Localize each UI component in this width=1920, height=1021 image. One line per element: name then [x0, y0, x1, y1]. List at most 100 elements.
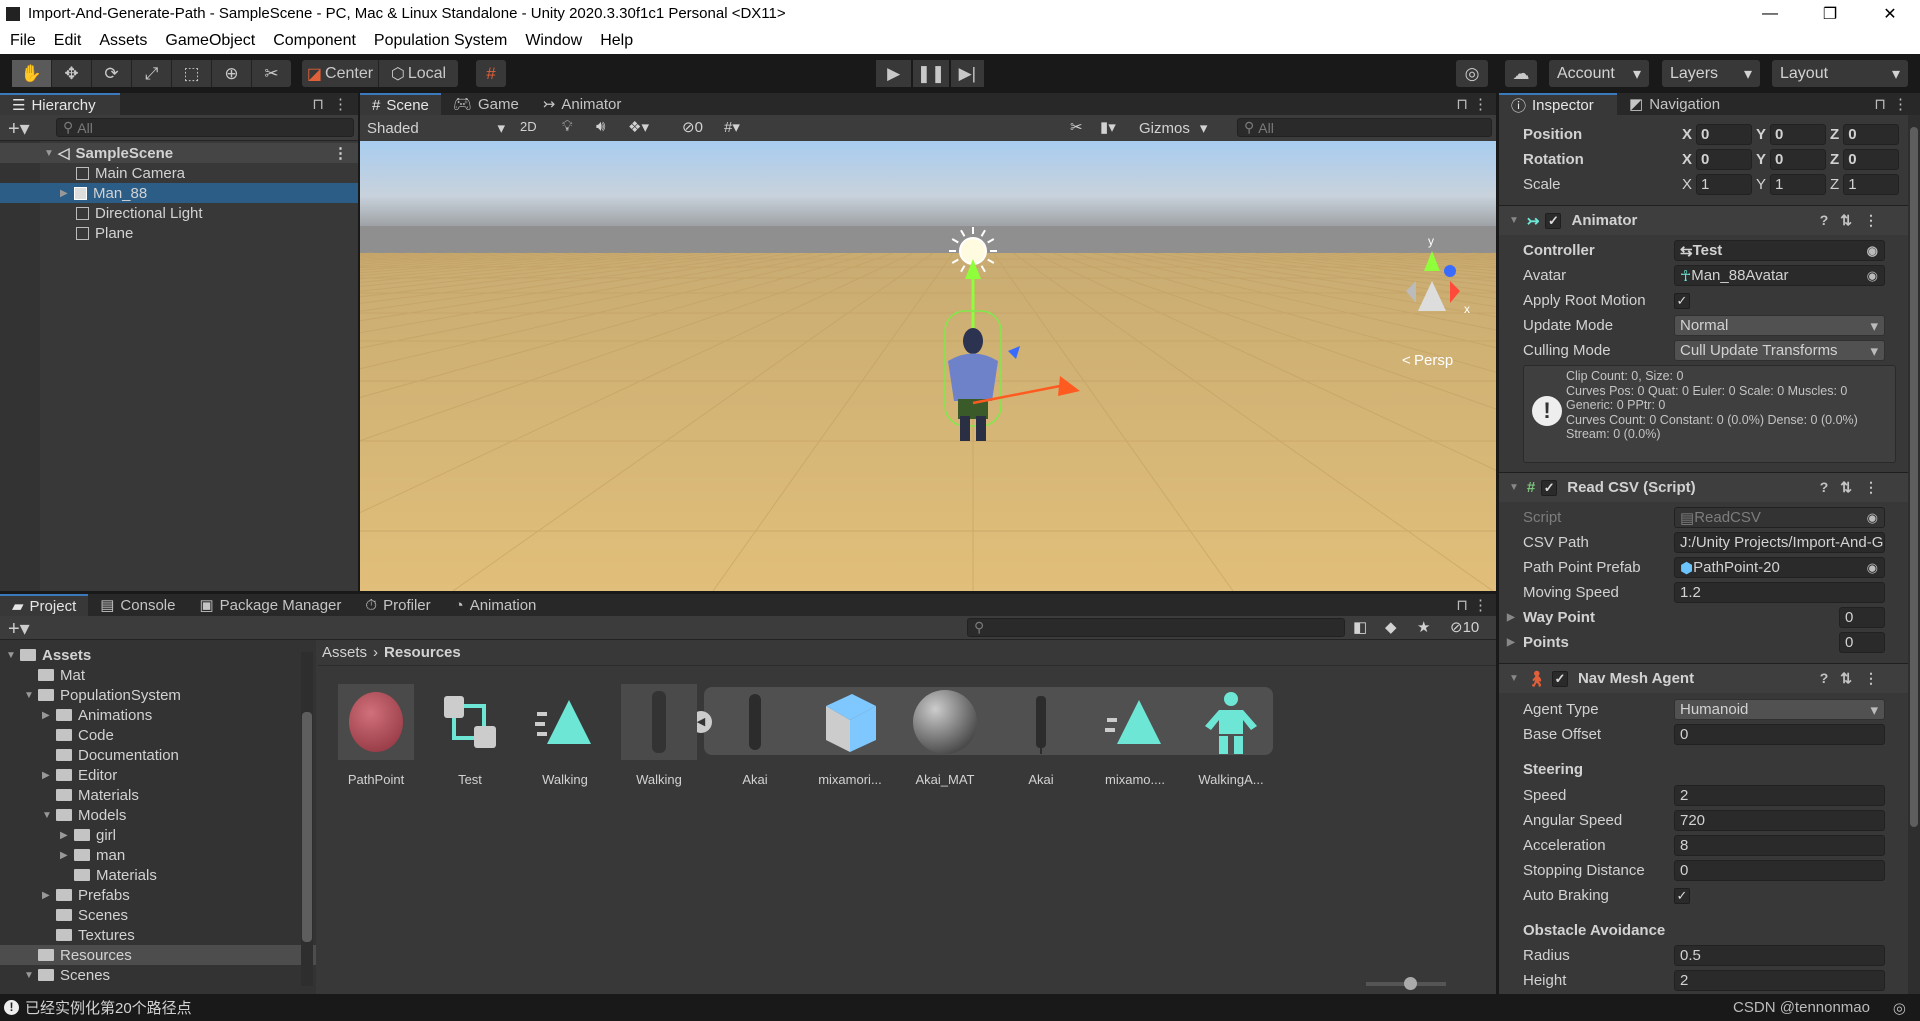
- asset-item[interactable]: Walking: [523, 684, 607, 787]
- camera-icon[interactable]: ▮▾: [1100, 118, 1116, 136]
- folder-tree-item[interactable]: Materials: [0, 865, 316, 885]
- stopping-distance-input[interactable]: 0: [1674, 860, 1885, 881]
- lock-icon[interactable]: ⊓: [1456, 95, 1468, 113]
- folder-tree-item[interactable]: Materials: [0, 785, 316, 805]
- rotation-z-field[interactable]: 0: [1843, 149, 1900, 170]
- position-y-field[interactable]: 0: [1770, 124, 1827, 145]
- breadcrumb-resources[interactable]: Resources: [384, 644, 461, 661]
- hierarchy-search-input[interactable]: ⚲ All: [56, 118, 354, 137]
- expand-arrow-icon[interactable]: ▼: [6, 650, 20, 661]
- close-button[interactable]: ✕: [1860, 0, 1920, 27]
- rotation-x-field[interactable]: 0: [1696, 149, 1753, 170]
- tab-inspector[interactable]: ⓘ Inspector: [1499, 93, 1617, 115]
- radius-input[interactable]: 0.5: [1674, 945, 1885, 966]
- lock-icon[interactable]: ⊓: [312, 95, 324, 113]
- read-csv-component-header[interactable]: ▼ # ✓ Read CSV (Script) ?⇅⋮: [1499, 472, 1908, 502]
- base-offset-input[interactable]: 0: [1674, 724, 1885, 745]
- read-csv-enabled-checkbox[interactable]: ✓: [1541, 479, 1558, 496]
- expand-arrow-icon[interactable]: ▶: [42, 770, 56, 781]
- folder-tree-item[interactable]: Textures: [0, 925, 316, 945]
- layers-dropdown[interactable]: Layers ▾: [1662, 60, 1760, 87]
- more-menu-icon[interactable]: ⋮: [333, 95, 348, 113]
- shading-mode-dropdown[interactable]: Shaded ▾: [363, 117, 509, 139]
- speed-input[interactable]: 2: [1674, 785, 1885, 806]
- moving-speed-input[interactable]: 1.2: [1674, 582, 1885, 603]
- create-add-button[interactable]: +▾: [8, 116, 30, 141]
- hidden-objects-icon[interactable]: ⊘0: [682, 118, 703, 136]
- menu-help[interactable]: Help: [591, 32, 642, 50]
- tab-animation[interactable]: ◔ Animation: [443, 594, 549, 616]
- folder-tree-item[interactable]: Code: [0, 725, 316, 745]
- asset-item[interactable]: Walking: [617, 684, 701, 787]
- pause-button[interactable]: ❚❚: [913, 60, 949, 87]
- hand-tool-icon[interactable]: ✋: [12, 60, 52, 87]
- apply-root-motion-checkbox[interactable]: ✓: [1674, 292, 1690, 309]
- create-add-button[interactable]: +▾: [8, 616, 30, 641]
- expand-arrow-icon[interactable]: ▼: [42, 810, 56, 821]
- lock-icon[interactable]: ⊓: [1456, 596, 1468, 614]
- rotation-y-field[interactable]: 0: [1770, 149, 1827, 170]
- tab-animator[interactable]: ↣ Animator: [531, 93, 634, 115]
- hierarchy-item-selected[interactable]: ▶ Man_88: [0, 183, 358, 203]
- status-message[interactable]: 已经实例化第20个路径点: [25, 997, 192, 1018]
- menu-gameobject[interactable]: GameObject: [156, 32, 264, 50]
- avatar-field[interactable]: ☥ Man_88Avatar: [1674, 265, 1885, 286]
- menu-assets[interactable]: Assets: [90, 32, 156, 50]
- tab-hierarchy[interactable]: ☰ Hierarchy: [0, 93, 120, 115]
- acceleration-input[interactable]: 8: [1674, 835, 1885, 856]
- more-menu-icon[interactable]: ⋮: [1473, 95, 1488, 113]
- project-search-input[interactable]: ⚲: [967, 618, 1345, 637]
- asset-item[interactable]: Akai: [999, 684, 1083, 787]
- scale-y-field[interactable]: 1: [1770, 174, 1827, 195]
- tab-package-manager[interactable]: ▣ Package Manager: [187, 594, 353, 616]
- expand-arrow-icon[interactable]: ▼: [24, 690, 38, 701]
- points-size-input[interactable]: 0: [1839, 632, 1885, 653]
- gizmos-dropdown[interactable]: Gizmos ▾: [1139, 117, 1225, 139]
- folder-tree-item[interactable]: Mat: [0, 665, 316, 685]
- folder-tree-item[interactable]: ▶ man: [0, 845, 316, 865]
- animator-enabled-checkbox[interactable]: ✓: [1545, 212, 1562, 229]
- scene-viewport[interactable]: y x < Persp: [360, 141, 1496, 591]
- scale-tool-icon[interactable]: ⤢: [132, 60, 172, 87]
- folder-tree-item[interactable]: ▼ Models: [0, 805, 316, 825]
- agent-type-dropdown[interactable]: Humanoid: [1674, 699, 1885, 720]
- tab-project[interactable]: ▰ Project: [0, 594, 89, 616]
- asset-item[interactable]: Akai: [713, 684, 797, 787]
- more-menu-icon[interactable]: ⋮: [1473, 596, 1488, 614]
- folder-tree-item[interactable]: Scenes: [0, 905, 316, 925]
- folder-tree-item[interactable]: ▼ Assets: [0, 645, 316, 665]
- account-dropdown[interactable]: Account ▾: [1549, 60, 1649, 87]
- audio-toggle-icon[interactable]: 🔊︎: [596, 118, 605, 135]
- menu-file[interactable]: File: [0, 32, 45, 50]
- points-row[interactable]: ▶ Points 0: [1499, 630, 1908, 655]
- animator-component-header[interactable]: ▼ ↣ ✓ Animator ?⇅⋮: [1499, 205, 1908, 235]
- effects-toggle-icon[interactable]: ❖▾: [628, 118, 649, 136]
- hierarchy-item[interactable]: Directional Light: [0, 203, 358, 223]
- asset-item[interactable]: WalkingA...: [1189, 684, 1273, 787]
- hidden-packages-icon[interactable]: ⊘10: [1450, 618, 1479, 636]
- pivot-center-button[interactable]: ◪ Center: [302, 60, 379, 87]
- tree-scrollbar[interactable]: [301, 652, 313, 986]
- position-z-field[interactable]: 0: [1843, 124, 1900, 145]
- inspector-scrollbar[interactable]: [1908, 115, 1920, 994]
- menu-window[interactable]: Window: [516, 32, 591, 50]
- controller-field[interactable]: ⇆ Test: [1674, 240, 1885, 261]
- expand-arrow-icon[interactable]: ▶: [60, 850, 74, 861]
- angular-speed-input[interactable]: 720: [1674, 810, 1885, 831]
- scene-root[interactable]: ▼ ◁ SampleScene ⋮: [0, 143, 358, 163]
- tab-profiler[interactable]: ⏱ Profiler: [353, 594, 442, 616]
- component-header-buttons[interactable]: ?⇅⋮: [1820, 479, 1890, 496]
- custom-tool-icon[interactable]: ✂: [252, 60, 291, 87]
- breadcrumb-assets[interactable]: Assets: [322, 644, 367, 661]
- folder-tree-item[interactable]: ▼ PopulationSystem: [0, 685, 316, 705]
- tab-game[interactable]: 🎮︎ Game: [441, 93, 531, 115]
- folder-tree-item[interactable]: ▶ Editor: [0, 765, 316, 785]
- hierarchy-item[interactable]: Main Camera: [0, 163, 358, 183]
- nav-mesh-agent-component-header[interactable]: ▼ 🚶︎ ✓ Nav Mesh Agent ?⇅⋮: [1499, 663, 1908, 693]
- rotate-tool-icon[interactable]: ⟳: [92, 60, 132, 87]
- favorites-star-icon[interactable]: ★: [1417, 618, 1430, 636]
- search-by-type-icon[interactable]: ◧: [1353, 618, 1367, 636]
- folder-tree-item[interactable]: Documentation: [0, 745, 316, 765]
- projection-label[interactable]: Persp: [1414, 352, 1453, 369]
- icon-size-slider[interactable]: [1366, 977, 1446, 990]
